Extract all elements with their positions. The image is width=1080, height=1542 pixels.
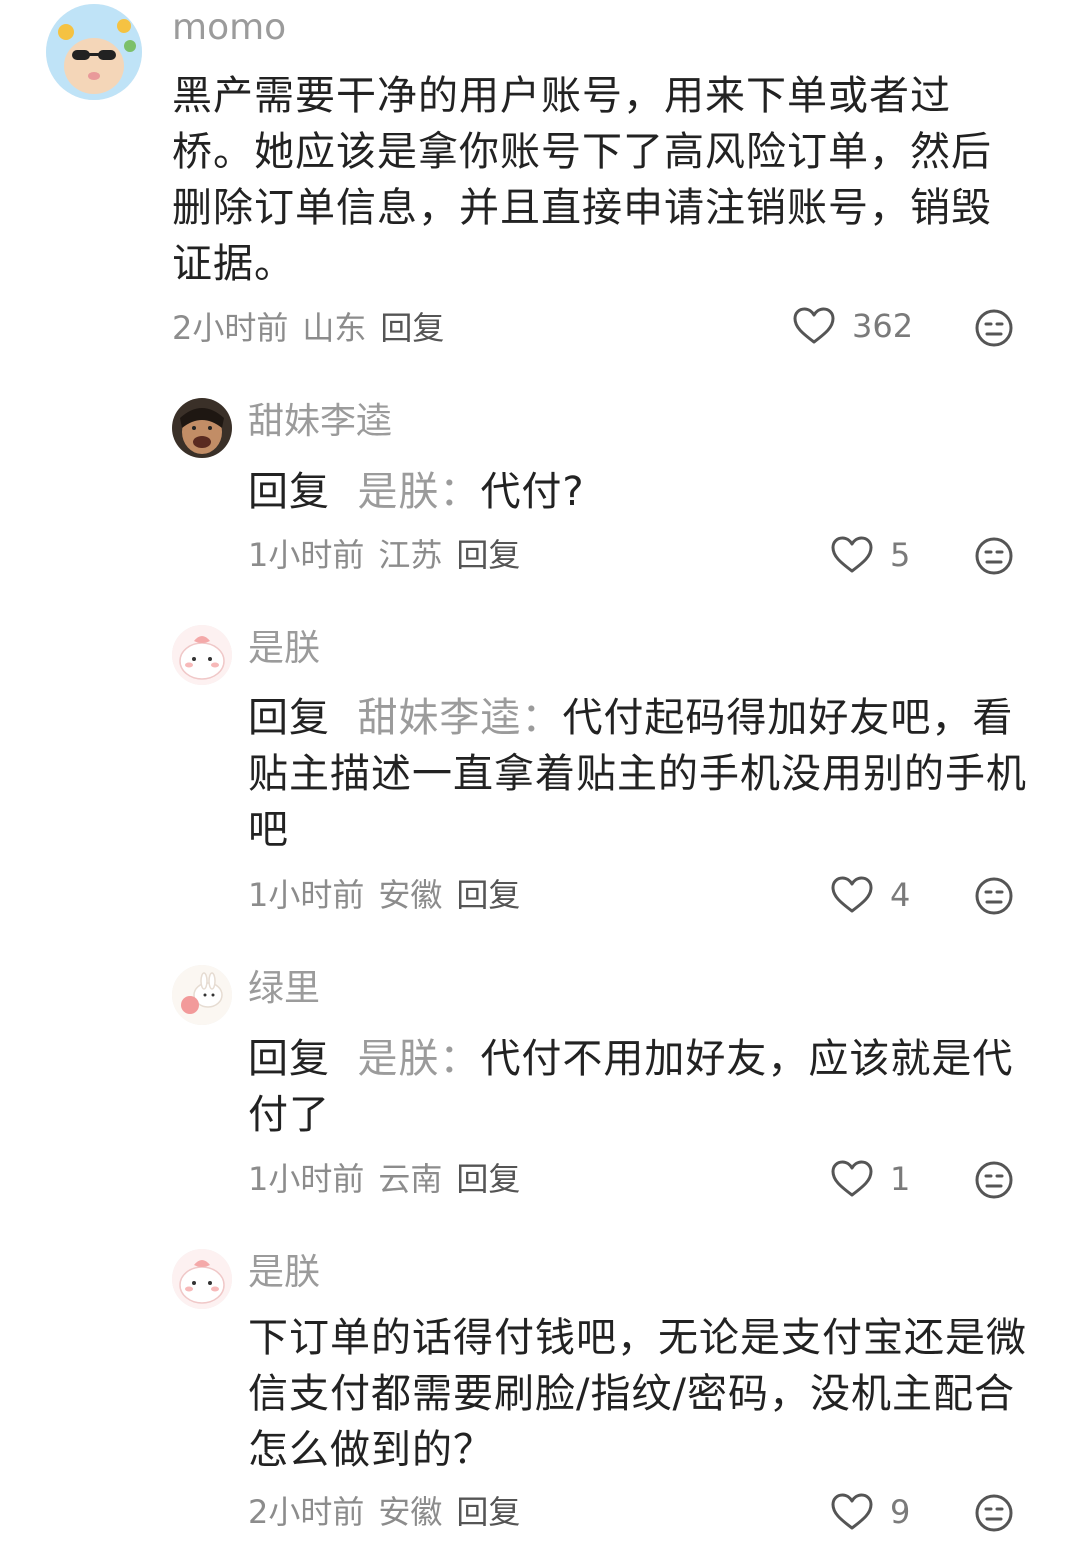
comment-meta: 2小时前 安徽 回复 [248,1492,534,1532]
username[interactable]: 绿里 [248,967,320,1011]
like-count: 9 [890,1493,911,1531]
like-count: 4 [890,876,911,914]
reply-prefix: 回复 [248,1036,330,1082]
dislike-button[interactable] [974,876,1014,916]
username[interactable]: 甜妹李逵 [248,400,392,444]
meh-face-icon [975,1161,1013,1199]
username[interactable]: momo [172,6,286,50]
location: 山东 [302,309,367,347]
avatar[interactable] [172,398,232,458]
reply-target[interactable]: 是朕： [357,1036,480,1082]
comment-meta: 2小时前 山东 回复 [172,308,458,348]
comment-meta: 1小时前 安徽 回复 [248,875,534,915]
comment-thread: momo 黑产需要干净的用户账号，用来下单或者过桥。她应该是拿你账号下了高风险订… [0,0,1080,1542]
avatar[interactable] [46,4,142,100]
timestamp: 2小时前 [172,309,289,347]
comment-meta: 1小时前 云南 回复 [248,1159,534,1199]
like-button[interactable]: 1 [830,1159,910,1199]
comment-meta: 1小时前 江苏 回复 [248,535,534,575]
reply-prefix: 回复 [248,469,330,515]
avatar[interactable] [172,965,232,1025]
comment-text: 黑产需要干净的用户账号，用来下单或者过桥。她应该是拿你账号下了高风险订单，然后删… [172,73,992,287]
reply-target[interactable]: 是朕： [357,469,480,515]
location: 安徽 [378,876,443,914]
reply-button[interactable]: 回复 [380,309,444,347]
heart-outline-icon [793,307,835,344]
timestamp: 1小时前 [248,1160,365,1198]
like-button[interactable]: 5 [830,535,910,575]
heart-outline-icon [831,1160,873,1197]
location: 云南 [378,1160,443,1198]
comment-text: 回复 甜妹李逵：代付起码得加好友吧，看贴主描述一直拿着贴主的手机没用别的手机吧 [248,690,1038,858]
comment-text: 下订单的话得付钱吧，无论是支付宝还是微信支付都需要刷脸/指纹/密码，没机主配合怎… [248,1315,1027,1473]
dislike-button[interactable] [974,536,1014,576]
meh-face-icon [975,537,1013,575]
like-count: 5 [890,536,911,574]
meh-face-icon [975,309,1013,347]
heart-outline-icon [831,876,873,913]
dislike-button[interactable] [974,1493,1014,1533]
location: 江苏 [378,536,443,574]
reply-button[interactable]: 回复 [456,536,520,574]
reply-prefix: 回复 [248,695,330,741]
comment-text: 回复 是朕：代付不用加好友，应该就是代付了 [248,1031,1038,1143]
like-button[interactable]: 9 [830,1492,910,1532]
timestamp: 1小时前 [248,876,365,914]
reply-target[interactable]: 甜妹李逵： [357,695,562,741]
heart-outline-icon [831,536,873,573]
meh-face-icon [975,1494,1013,1532]
like-count: 1 [890,1160,911,1198]
reply-button[interactable]: 回复 [456,876,520,914]
avatar[interactable] [172,1249,232,1309]
location: 安徽 [378,1493,443,1531]
username[interactable]: 是朕 [248,1251,320,1295]
avatar[interactable] [172,625,232,685]
timestamp: 2小时前 [248,1493,365,1531]
heart-outline-icon [831,1493,873,1530]
like-button[interactable]: 4 [830,875,910,915]
reply-body: 代付? [480,469,585,515]
username[interactable]: 是朕 [248,627,320,671]
meh-face-icon [975,877,1013,915]
reply-button[interactable]: 回复 [456,1493,520,1531]
dislike-button[interactable] [974,308,1014,348]
like-button[interactable]: 362 [792,306,913,346]
dislike-button[interactable] [974,1160,1014,1200]
reply-button[interactable]: 回复 [456,1160,520,1198]
like-count: 362 [852,307,914,345]
timestamp: 1小时前 [248,536,365,574]
comment-text: 回复 是朕：代付? [248,464,1038,520]
